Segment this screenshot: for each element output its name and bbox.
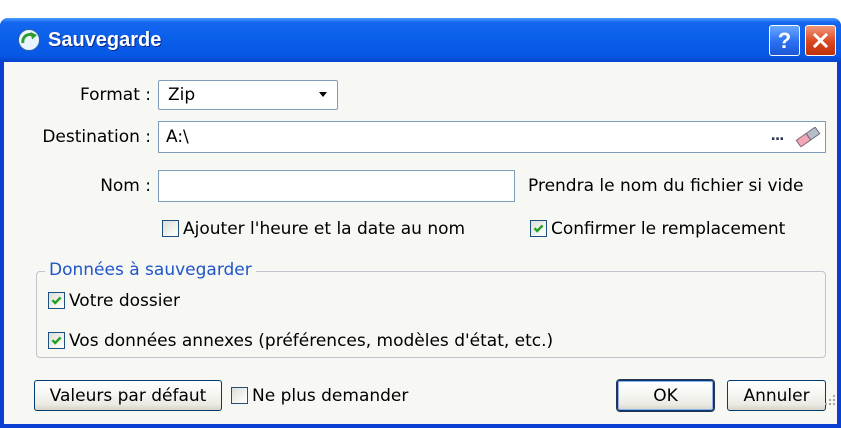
help-icon: ?: [777, 28, 792, 53]
ok-button[interactable]: OK: [617, 380, 714, 411]
destination-input[interactable]: [159, 122, 757, 152]
confirm-replace-label: Confirmer le remplacement: [551, 218, 786, 239]
confirm-replace-checkbox[interactable]: [530, 220, 547, 237]
folder-checkbox[interactable]: [48, 292, 65, 309]
defaults-button[interactable]: Valeurs par défaut: [34, 380, 222, 411]
data-to-save-legend: Données à sauvegarder: [45, 260, 256, 280]
destination-field: ...: [158, 121, 826, 153]
format-label: Format :: [79, 85, 151, 105]
checkmark-icon: [51, 296, 62, 305]
annex-data-checkbox[interactable]: [48, 332, 65, 349]
add-datetime-option[interactable]: Ajouter l'heure et la date au nom: [162, 218, 465, 239]
cancel-button[interactable]: Annuler: [727, 380, 826, 411]
browse-button[interactable]: ...: [763, 127, 791, 147]
eraser-icon[interactable]: [795, 126, 821, 148]
checkmark-icon: [533, 224, 544, 233]
nom-input[interactable]: [159, 171, 514, 201]
format-combo[interactable]: Zip: [158, 80, 338, 110]
annex-data-label: Vos données annexes (préférences, modèle…: [69, 330, 554, 351]
folder-label: Votre dossier: [69, 290, 180, 311]
format-combo-value: Zip: [168, 85, 196, 105]
title-bar[interactable]: Sauvegarde ?: [0, 18, 841, 62]
close-button[interactable]: [805, 25, 836, 56]
annex-data-option[interactable]: Vos données annexes (préférences, modèle…: [48, 330, 553, 351]
backup-app-icon: [17, 28, 41, 52]
window-title: Sauvegarde: [48, 29, 162, 51]
add-datetime-label: Ajouter l'heure et la date au nom: [183, 218, 466, 239]
no-ask-option[interactable]: Ne plus demander: [231, 385, 408, 406]
close-icon: [812, 32, 829, 49]
destination-label: Destination :: [42, 127, 151, 147]
confirm-replace-option[interactable]: Confirmer le remplacement: [530, 218, 785, 239]
dialog-body: Format : Zip Destination : ... Nom : Pre…: [4, 62, 837, 424]
folder-option[interactable]: Votre dossier: [48, 290, 180, 311]
nom-label: Nom :: [100, 176, 151, 196]
checkmark-icon: [51, 336, 62, 345]
nom-hint: Prendra le nom du fichier si vide: [528, 176, 804, 196]
no-ask-label: Ne plus demander: [252, 385, 409, 406]
chevron-down-icon: [319, 92, 327, 97]
add-datetime-checkbox[interactable]: [162, 220, 179, 237]
no-ask-checkbox[interactable]: [231, 387, 248, 404]
help-button[interactable]: ?: [769, 25, 800, 56]
nom-field: [158, 170, 515, 202]
resize-grip-icon[interactable]: [824, 394, 836, 406]
